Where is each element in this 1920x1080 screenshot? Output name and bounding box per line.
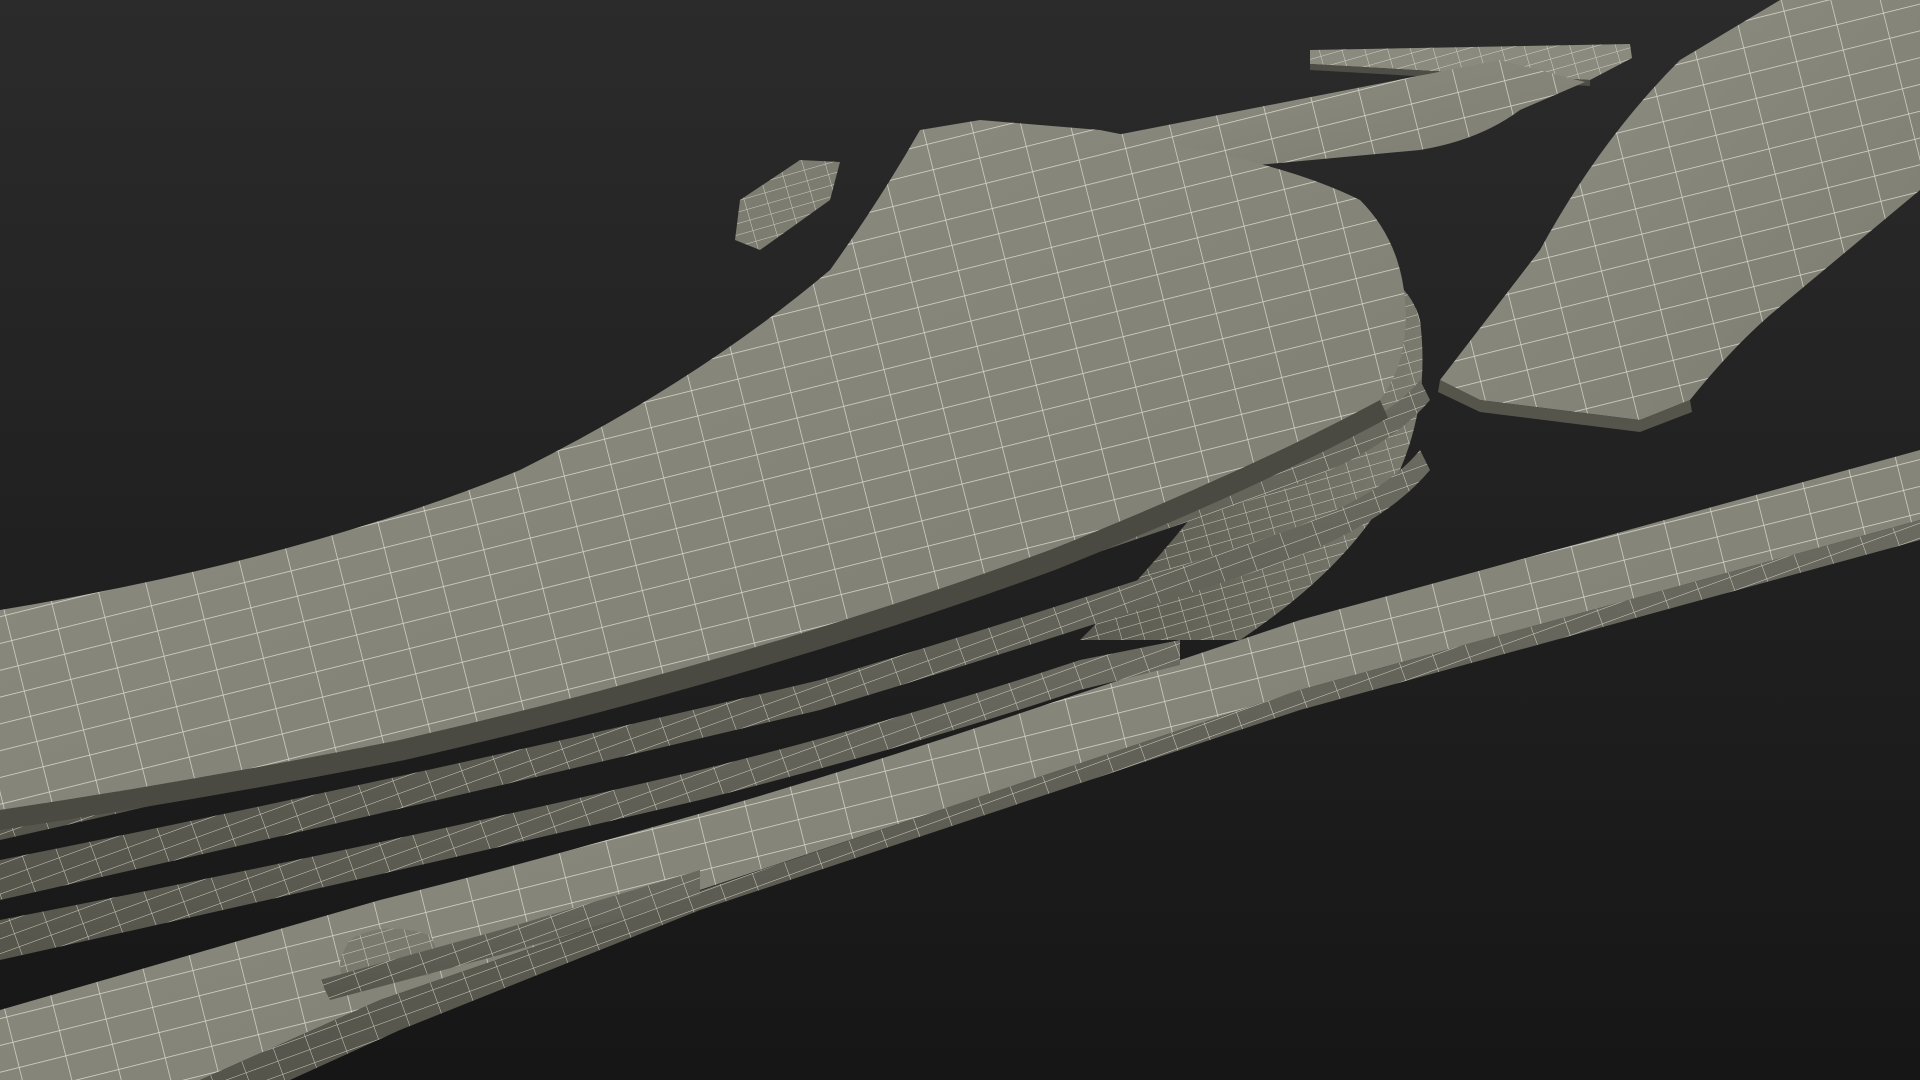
leaf-spring-render (0, 0, 1920, 1080)
render-viewport (0, 0, 1920, 1080)
